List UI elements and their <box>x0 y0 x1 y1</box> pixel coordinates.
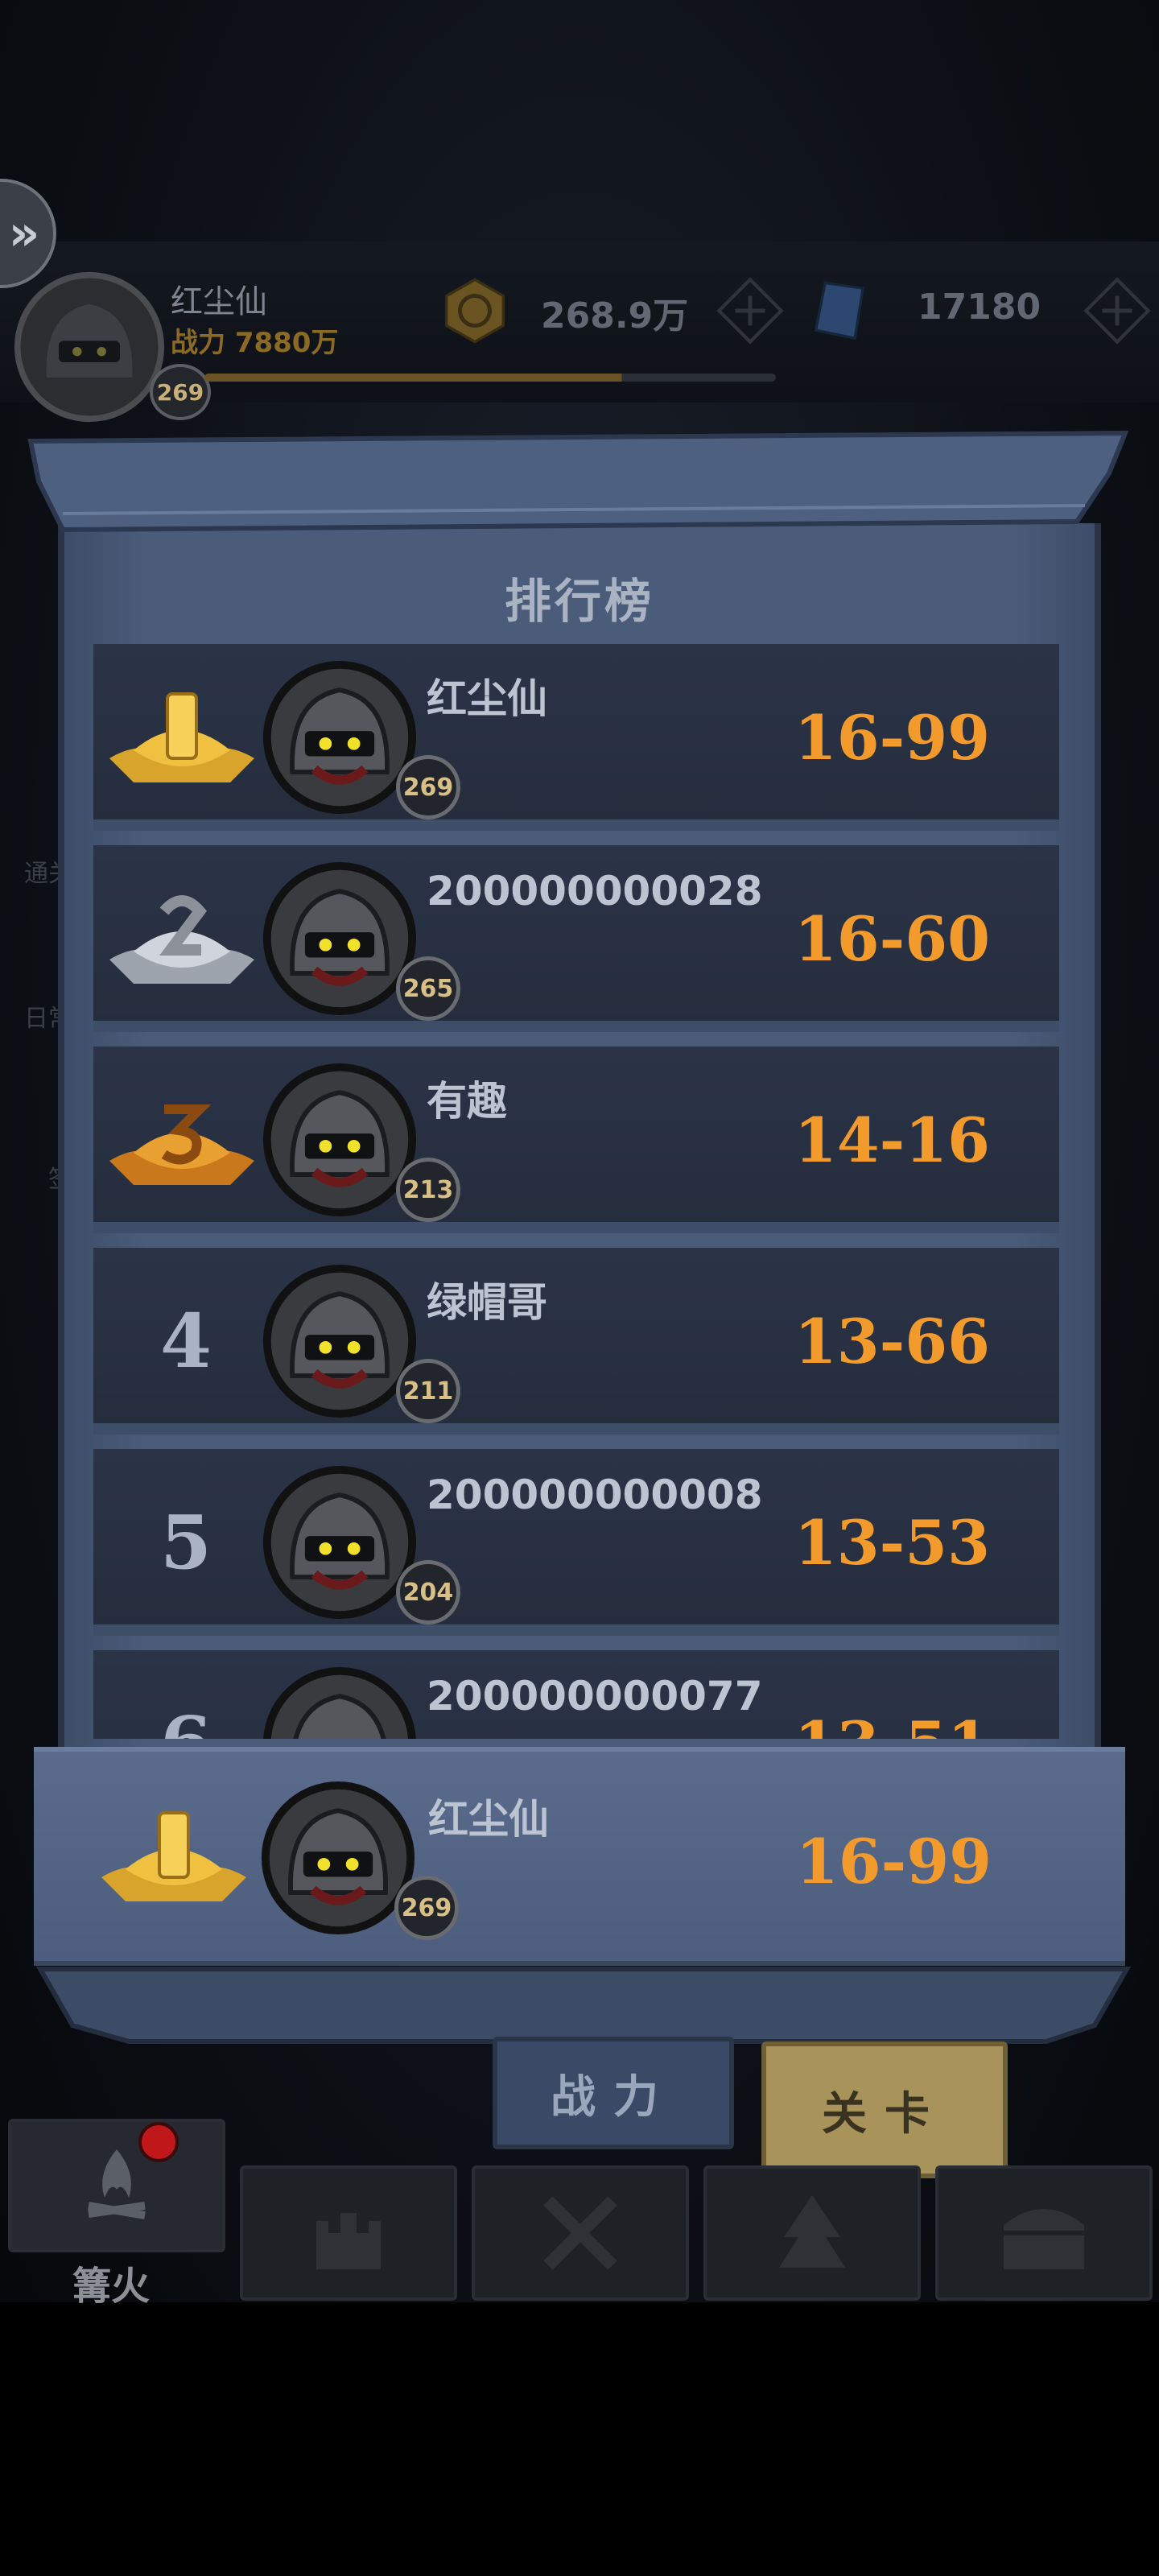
nav-treasure-button[interactable] <box>935 2165 1153 2301</box>
level-badge: 265 <box>396 956 460 1021</box>
leaderboard-title: 排行榜 <box>504 574 654 629</box>
castle-icon <box>316 2213 381 2269</box>
player-avatar[interactable] <box>13 270 166 423</box>
stage-score: 16-60 <box>794 902 990 975</box>
stage-score: 13-53 <box>794 1506 990 1579</box>
my-level-badge: 269 <box>394 1876 459 1940</box>
nav-castle-button[interactable] <box>240 2165 457 2301</box>
stage-score: 16-99 <box>794 701 990 774</box>
scroll-top-edge <box>27 430 1129 533</box>
player-avatar <box>262 1063 417 1217</box>
player-avatar <box>262 660 417 815</box>
my-score: 16-99 <box>795 1825 992 1897</box>
player-name: 绿帽哥 <box>427 1279 547 1326</box>
tab-stage[interactable]: 关卡 <box>761 2041 1008 2178</box>
leaderboard-row[interactable]: 5 204 200000000008 13-53 <box>93 1449 1059 1636</box>
stage-score: 14-16 <box>794 1104 990 1176</box>
leaderboard-row[interactable]: 2 265 200000000028 16-60 <box>93 845 1059 1032</box>
nav-battle-button[interactable] <box>472 2165 689 2301</box>
player-name: 200000000077 <box>427 1673 763 1719</box>
player-power: 战力 7880万 <box>171 327 339 359</box>
nav-bonfire-label: 篝火 <box>72 2264 151 2309</box>
gold-rank-medal-icon <box>101 1811 246 1901</box>
tab-power[interactable]: 战力 <box>493 2037 734 2149</box>
player-name: 有趣 <box>427 1078 507 1125</box>
leaderboard-row[interactable]: 6 200000000077 13-51 <box>93 1650 1059 1739</box>
stage-score: 13-66 <box>794 1305 990 1377</box>
nav-bonfire-button[interactable] <box>8 2119 225 2252</box>
exp-bar <box>204 374 776 382</box>
add-gems-plus-icon[interactable] <box>1083 277 1151 345</box>
crystal-icon <box>814 281 865 341</box>
coin-amount: 268.9万 <box>541 295 689 336</box>
player-name: 200000000028 <box>427 868 763 914</box>
rank-number: 4 <box>159 1298 212 1385</box>
leaderboard-list[interactable]: 1 269 红尘仙 16-99 2 265 200000000028 16-60 <box>93 644 1059 1739</box>
rank-number: 5 <box>159 1499 212 1586</box>
notification-badge <box>138 2122 179 2162</box>
player-avatar <box>263 1666 416 1739</box>
level-badge: 269 <box>396 755 460 819</box>
player-avatar <box>262 1264 417 1418</box>
leaderboard-row[interactable]: 4 211 绿帽哥 13-66 <box>93 1248 1059 1435</box>
leaderboard-row[interactable]: 3 213 有趣 14-16 <box>93 1046 1059 1233</box>
level-badge: 204 <box>396 1560 460 1624</box>
gold-coin-icon <box>445 278 505 344</box>
player-avatar <box>262 861 417 1016</box>
player-level-badge: 269 <box>150 364 211 420</box>
player-name: 红尘仙 <box>427 675 547 722</box>
player-name: 200000000008 <box>427 1472 763 1518</box>
nav-forest-button[interactable] <box>703 2165 921 2301</box>
rank-number: 6 <box>126 1650 246 1739</box>
player-name: 红尘仙 <box>171 283 267 320</box>
my-avatar <box>261 1781 415 1935</box>
add-coins-plus-icon[interactable] <box>716 277 784 345</box>
level-badge: 211 <box>396 1359 460 1423</box>
my-name: 红尘仙 <box>428 1796 549 1843</box>
leaderboard-row[interactable]: 1 269 红尘仙 16-99 <box>93 644 1059 831</box>
level-badge: 213 <box>396 1158 460 1222</box>
stage-score: 13-51 <box>794 1650 990 1740</box>
swords-icon <box>543 2196 617 2270</box>
player-avatar <box>262 1465 417 1620</box>
treasure-chest-icon <box>1004 2209 1084 2269</box>
double-chevron-icon: » <box>8 205 40 262</box>
gem-amount: 17180 <box>918 287 1041 328</box>
forest-icon <box>779 2195 845 2268</box>
my-rank-bar: 1 269 红尘仙 16-99 <box>34 1747 1125 1966</box>
